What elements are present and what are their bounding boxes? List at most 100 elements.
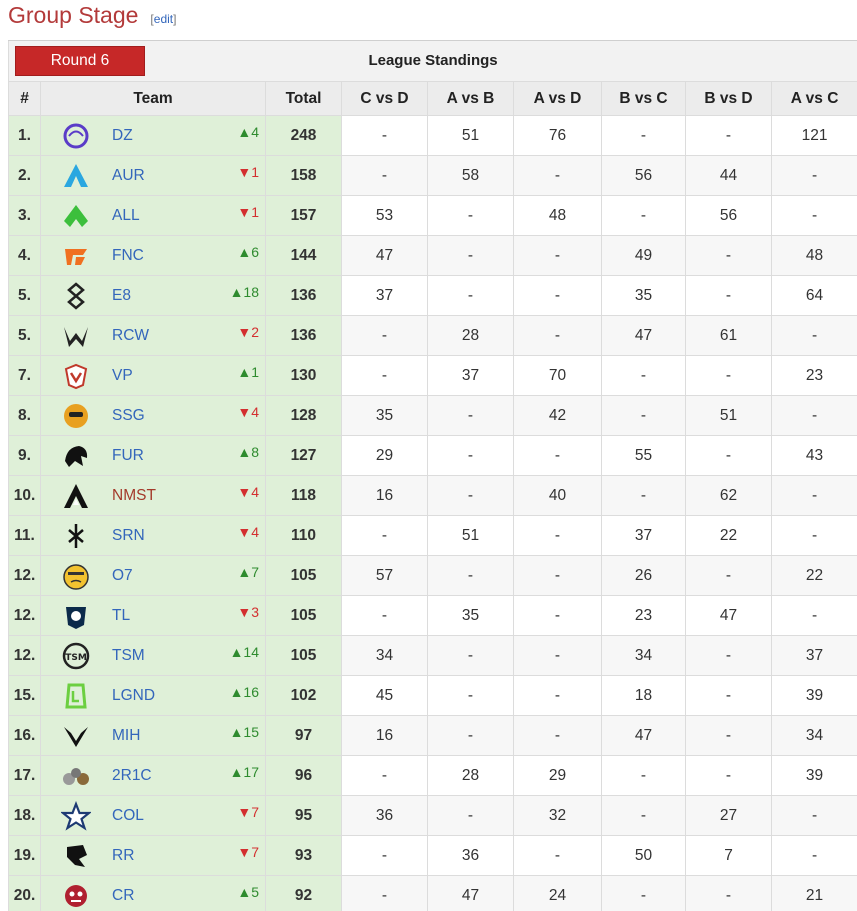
score-value: 48 — [548, 206, 567, 224]
ssg-logo-icon[interactable] — [58, 401, 94, 431]
score-cell: - — [341, 515, 428, 556]
score-cell: - — [770, 195, 857, 236]
score-value: - — [467, 726, 474, 744]
table-row: 19. RR ▼7 93-36-50 7- — [8, 835, 857, 876]
score-value: - — [467, 446, 474, 464]
o7-logo-icon[interactable] — [58, 561, 94, 591]
score-value: - — [811, 806, 818, 824]
dz-logo-icon[interactable] — [58, 121, 94, 151]
all-logo-icon[interactable] — [58, 201, 94, 231]
score-cell: - — [685, 755, 772, 796]
lgnd-logo-icon[interactable] — [58, 681, 94, 711]
round-badge[interactable]: Round 6 — [15, 46, 145, 76]
score-value: 49 — [634, 246, 653, 264]
score-cell: 22 — [685, 515, 772, 556]
rank-label: 3. — [18, 206, 31, 224]
score-cell: - — [513, 835, 602, 876]
score-value: - — [725, 246, 732, 264]
rank-change-value: 3 — [251, 604, 259, 620]
nmst-logo-icon[interactable] — [58, 481, 94, 511]
arrow-up-icon: ▲ — [237, 244, 252, 260]
team-link[interactable]: 2R1C — [112, 767, 152, 785]
score-value: 47 — [634, 726, 653, 744]
rank-cell: 2. — [8, 155, 41, 196]
rank-change-value: 6 — [251, 244, 259, 260]
e8-logo-icon[interactable] — [58, 281, 94, 311]
score-cell: 61 — [685, 315, 772, 356]
team-cell: LGND ▲16 — [40, 675, 266, 716]
tl-logo-icon[interactable] — [58, 601, 94, 631]
edit-link-wrap: [edit] — [150, 12, 177, 26]
team-link[interactable]: MIH — [112, 727, 140, 745]
header-a-vs-c: A vs C — [770, 81, 857, 116]
edit-link[interactable]: edit — [154, 12, 173, 26]
score-value: - — [811, 206, 818, 224]
team-link[interactable]: NMST — [112, 487, 156, 505]
total-cell: 92 — [265, 875, 342, 911]
rr-logo-icon[interactable] — [58, 841, 94, 871]
team-link[interactable]: TSM — [112, 647, 145, 665]
vp-logo-icon[interactable] — [58, 361, 94, 391]
score-value: - — [381, 886, 388, 904]
team-link[interactable]: RR — [112, 847, 134, 865]
arrow-up-icon: ▲ — [237, 564, 252, 580]
rank-cell: 18. — [8, 795, 41, 836]
rank-change: ▲14 — [230, 644, 259, 660]
cr-logo-icon[interactable] — [58, 881, 94, 911]
fur-logo-icon[interactable] — [58, 441, 94, 471]
score-cell: - — [427, 715, 514, 756]
team-link[interactable]: ALL — [112, 207, 140, 225]
team-link[interactable]: SSG — [112, 407, 145, 425]
score-value: - — [467, 406, 474, 424]
team-link[interactable]: TL — [112, 607, 130, 625]
total-cell: 118 — [265, 475, 342, 516]
team-link[interactable]: LGND — [112, 687, 155, 705]
rank-label: 1. — [18, 126, 31, 144]
team-link[interactable]: O7 — [112, 567, 133, 585]
rank-label: 5. — [18, 286, 31, 304]
rcw-logo-icon[interactable] — [58, 321, 94, 351]
team-link[interactable]: FNC — [112, 247, 144, 265]
score-value: 40 — [548, 486, 567, 504]
tsm-logo-icon[interactable]: TSM — [58, 641, 94, 671]
score-cell: 37 — [341, 275, 428, 316]
srn-logo-icon[interactable] — [58, 521, 94, 551]
score-value: 56 — [634, 166, 653, 184]
score-cell: - — [685, 235, 772, 276]
score-value: 37 — [634, 526, 653, 544]
score-value: 28 — [461, 326, 480, 344]
team-link[interactable]: AUR — [112, 167, 145, 185]
score-value: - — [381, 766, 388, 784]
aur-logo-icon[interactable] — [58, 161, 94, 191]
total-value: 130 — [290, 366, 317, 384]
team-link[interactable]: SRN — [112, 527, 145, 545]
score-value: 34 — [805, 726, 824, 744]
score-value: 39 — [805, 686, 824, 704]
table-row: 3. ALL ▼1 157 53 - 48 - 56 - — [8, 195, 857, 236]
2r1c-logo-icon[interactable] — [58, 761, 94, 791]
score-value: 47 — [719, 606, 738, 624]
fnc-logo-icon[interactable] — [58, 241, 94, 271]
team-link[interactable]: COL — [112, 807, 144, 825]
team-link[interactable]: VP — [112, 367, 133, 385]
score-cell: 51 — [427, 515, 514, 556]
score-value: - — [467, 646, 474, 664]
team-link[interactable]: RCW — [112, 327, 149, 345]
col-logo-icon[interactable] — [58, 800, 94, 831]
rank-cell: 12. — [8, 555, 41, 596]
team-link[interactable]: FUR — [112, 447, 144, 465]
score-cell: 48 — [770, 235, 857, 276]
team-link[interactable]: CR — [112, 887, 134, 905]
score-cell: - — [513, 435, 602, 476]
team-link[interactable]: E8 — [112, 287, 131, 305]
team-link[interactable]: DZ — [112, 127, 133, 145]
team-cell: RCW ▼2 — [40, 315, 266, 356]
score-cell: 23 — [770, 355, 857, 396]
score-cell: - — [685, 275, 772, 316]
rank-label: 12. — [13, 646, 36, 664]
arrow-up-icon: ▲ — [229, 644, 244, 660]
mih-logo-icon[interactable] — [58, 721, 94, 751]
total-cell: 136 — [265, 275, 342, 316]
score-value: 18 — [634, 686, 653, 704]
rank-cell: 7. — [8, 355, 41, 396]
